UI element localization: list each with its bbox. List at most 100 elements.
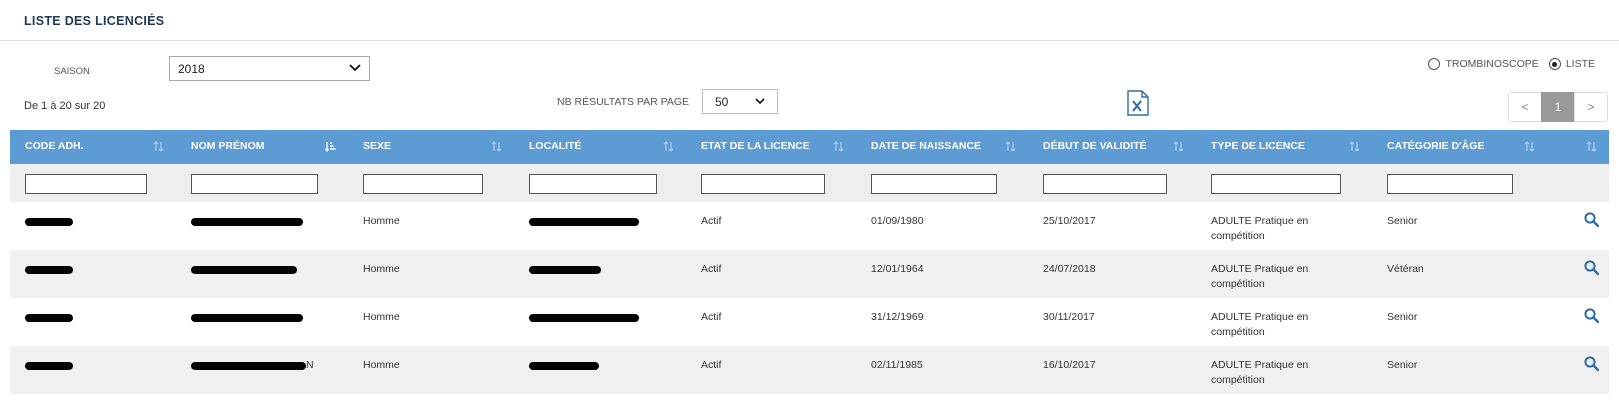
redacted-localite [529, 218, 639, 227]
sort-icon[interactable] [491, 141, 502, 152]
cell-nom-prenom: N [176, 346, 348, 394]
view-toggle: TROMBINOSCOPE LISTE [1428, 58, 1595, 70]
sort-icon[interactable] [1524, 141, 1535, 152]
filter-input-sexe[interactable] [363, 174, 483, 194]
cell-etat: Actif [701, 263, 722, 275]
filter-cell-empty [1547, 164, 1609, 202]
cell-debut: 16/10/2017 [1043, 359, 1096, 371]
filter-cell [856, 164, 1028, 202]
filter-input-etat-licence[interactable] [701, 174, 825, 194]
column-header-label: ETAT DE LA LICENCE [701, 140, 810, 152]
pagination-prev-button[interactable]: < [1508, 92, 1542, 122]
cell-date-naissance: 12/01/1964 [856, 250, 1028, 298]
table-body: Homme Actif 01/09/1980 25/10/2017 ADULTE Pra… [10, 202, 1609, 394]
sort-ascending-icon[interactable] [325, 141, 336, 152]
column-header-label: CODE ADH. [25, 140, 84, 152]
filter-cell [1372, 164, 1547, 202]
cell-sexe: Homme [348, 298, 514, 346]
column-header-date-naissance[interactable]: DATE DE NAISSANCE [856, 130, 1028, 164]
sort-icon[interactable] [1349, 141, 1360, 152]
column-header-label: TYPE DE LICENCE [1211, 140, 1305, 152]
filter-input-localite[interactable] [529, 174, 657, 194]
filter-input-categorie-age[interactable] [1387, 174, 1513, 194]
cell-categorie-age: Senior [1372, 346, 1547, 394]
cell-date-naissance: 02/11/1985 [856, 346, 1028, 394]
filter-input-type-licence[interactable] [1211, 174, 1341, 194]
column-header-type-licence[interactable]: TYPE DE LICENCE [1196, 130, 1372, 164]
radio-circle-trombinoscope[interactable] [1428, 58, 1441, 70]
cell-actions [1547, 250, 1609, 298]
cell-categorie-age: Senior [1372, 202, 1547, 250]
search-icon[interactable] [1584, 356, 1599, 371]
sort-icon[interactable] [1586, 141, 1597, 152]
sort-icon[interactable] [833, 141, 844, 152]
column-header-categorie-age[interactable]: CATÉGORIE D'ÂGE [1372, 130, 1547, 164]
search-icon[interactable] [1584, 308, 1599, 323]
radio-circle-liste[interactable] [1548, 58, 1561, 70]
season-select[interactable]: 2018 [169, 56, 370, 81]
filter-row [10, 164, 1609, 202]
per-page-value: 50 [715, 95, 729, 109]
column-header-label: NOM PRÉNOM [191, 140, 265, 152]
radio-trombinoscope[interactable]: TROMBINOSCOPE [1428, 58, 1539, 70]
column-header-nom-prenom[interactable]: NOM PRÉNOM [176, 130, 348, 164]
cell-sexe: Homme [363, 311, 400, 323]
sort-icon[interactable] [663, 141, 674, 152]
page-title: LISTE DES LICENCIÉS [24, 14, 165, 28]
cell-etat: Actif [701, 359, 722, 371]
filter-input-nom-prenom[interactable] [191, 174, 318, 194]
redacted-code [25, 218, 73, 227]
cell-debut: 30/11/2017 [1043, 311, 1095, 323]
cell-type-licence: ADULTE Pratique en compétition [1196, 346, 1372, 394]
pagination-page-button[interactable]: 1 [1541, 92, 1575, 122]
radio-liste[interactable]: LISTE [1548, 58, 1595, 70]
pagination-next-button[interactable]: > [1574, 92, 1608, 122]
filter-input-code-adh[interactable] [25, 174, 147, 194]
filter-cell [1196, 164, 1372, 202]
cell-nom-prenom [176, 298, 348, 346]
cell-categorie: Vétéran [1387, 263, 1424, 275]
cell-type-line2: compétition [1211, 326, 1265, 338]
filter-input-debut-validite[interactable] [1043, 174, 1167, 194]
cell-date-naissance: 31/12/1969 [856, 298, 1028, 346]
per-page-select[interactable]: 50 [702, 89, 778, 114]
cell-type-licence: ADULTE Pratique en compétition [1196, 202, 1372, 250]
column-header-debut-validite[interactable]: DÉBUT DE VALIDITÉ [1028, 130, 1196, 164]
redacted-code [25, 266, 73, 275]
column-header-etat-licence[interactable]: ETAT DE LA LICENCE [686, 130, 856, 164]
cell-debut: 24/07/2018 [1043, 263, 1096, 275]
cell-date-naissance: 01/09/1980 [856, 202, 1028, 250]
cell-actions [1547, 346, 1609, 394]
column-header-label: CATÉGORIE D'ÂGE [1387, 140, 1485, 152]
column-header-code-adh[interactable]: CODE ADH. [10, 130, 176, 164]
filter-input-date-naissance[interactable] [871, 174, 997, 194]
table-row: Homme Actif 31/12/1969 30/11/2017 ADULTE Pra… [10, 298, 1609, 346]
cell-code-adh [10, 298, 176, 346]
column-header-sexe[interactable]: SEXE [348, 130, 514, 164]
radio-label-liste: LISTE [1565, 58, 1595, 70]
cell-naissance: 12/01/1964 [871, 263, 924, 275]
cell-sexe: Homme [348, 250, 514, 298]
search-icon[interactable] [1584, 212, 1599, 227]
table-row: N Homme Actif 02/11/1985 16/10/2017 ADULTE Pr… [10, 346, 1609, 394]
column-header-actions[interactable] [1547, 130, 1609, 164]
cell-naissance: 02/11/1985 [871, 359, 923, 371]
column-header-localite[interactable]: LOCALITÉ [514, 130, 686, 164]
cell-type-line1: ADULTE Pratique en [1211, 215, 1309, 227]
search-icon[interactable] [1584, 260, 1599, 275]
cell-categorie: Senior [1387, 311, 1418, 323]
cell-code-adh [10, 346, 176, 394]
sort-icon[interactable] [1005, 141, 1016, 152]
excel-file-icon[interactable] [1127, 90, 1149, 116]
cell-etat-licence: Actif [686, 202, 856, 250]
sort-icon[interactable] [1173, 141, 1184, 152]
cell-naissance: 31/12/1969 [871, 311, 924, 323]
cell-sexe: Homme [363, 359, 400, 371]
season-label: SAISON [54, 66, 90, 77]
cell-type-licence: ADULTE Pratique en compétition [1196, 298, 1372, 346]
cell-code-adh [10, 250, 176, 298]
cell-nom-prenom [176, 202, 348, 250]
sort-icon[interactable] [153, 141, 164, 152]
cell-etat-licence: Actif [686, 346, 856, 394]
redacted-localite [529, 314, 639, 323]
